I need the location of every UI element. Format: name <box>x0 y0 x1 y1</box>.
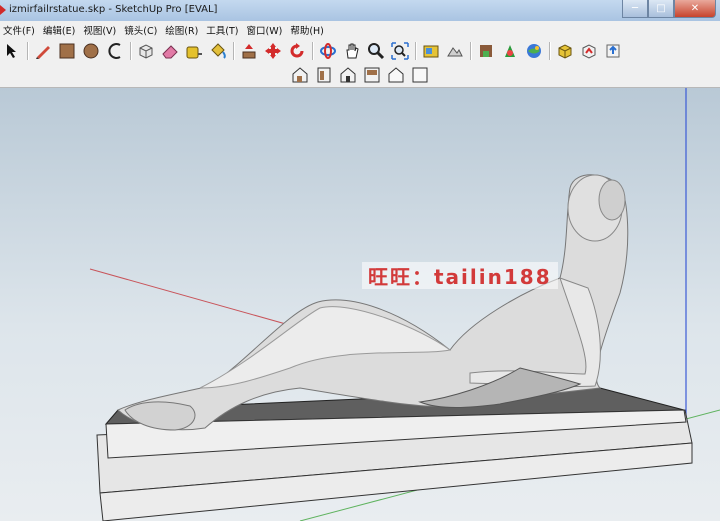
red-axis-line <box>89 268 301 329</box>
push-pull-icon[interactable] <box>240 41 259 60</box>
arc-icon[interactable] <box>106 41 125 60</box>
sketchup-logo-icon <box>0 5 6 15</box>
pencil-line-icon[interactable] <box>34 41 53 60</box>
main-toolbar <box>0 38 720 64</box>
circle-icon[interactable] <box>82 41 101 60</box>
close-button[interactable]: ✕ <box>674 0 716 18</box>
toolbar-separator <box>549 41 550 60</box>
extension-warehouse-icon[interactable] <box>525 41 544 60</box>
menu-tools[interactable]: 工具(T) <box>203 23 243 37</box>
rotate-icon[interactable] <box>288 41 307 60</box>
watermark-text: 旺旺：tailin188 <box>362 262 558 289</box>
top-view-icon[interactable] <box>315 66 334 85</box>
menu-draw[interactable]: 绘图(R) <box>162 23 203 37</box>
scene-canvas <box>89 88 720 521</box>
maximize-button[interactable]: □ <box>648 0 674 18</box>
toolbar-separator <box>312 41 313 60</box>
toggle-terrain-icon[interactable] <box>446 41 465 60</box>
upload-icon[interactable] <box>604 41 623 60</box>
menu-window[interactable]: 窗口(W) <box>244 23 288 37</box>
left-view-icon[interactable] <box>411 66 430 85</box>
menu-file[interactable]: 文件(F) <box>0 23 40 37</box>
front-view-icon[interactable] <box>339 66 358 85</box>
toolbar-separator <box>233 41 234 60</box>
move-icon[interactable] <box>264 41 283 60</box>
menu-bar: 文件(F) 编辑(E) 视图(V) 镜头(C) 绘图(R) 工具(T) 窗口(W… <box>0 21 720 39</box>
modeling-viewport[interactable]: 旺旺：tailin188 <box>0 88 720 521</box>
add-location-icon[interactable] <box>422 41 441 60</box>
google-earth-icon[interactable] <box>556 41 575 60</box>
rectangle-icon[interactable] <box>58 41 77 60</box>
tape-measure-icon[interactable] <box>185 41 204 60</box>
right-view-icon[interactable] <box>363 66 382 85</box>
iso-view-icon[interactable] <box>291 66 310 85</box>
toolbar-separator <box>470 41 471 60</box>
photo-textures-icon[interactable] <box>477 41 496 60</box>
select-arrow-icon[interactable] <box>3 41 22 60</box>
pan-icon[interactable] <box>343 41 362 60</box>
menu-edit[interactable]: 编辑(E) <box>40 23 80 37</box>
back-view-icon[interactable] <box>387 66 406 85</box>
menu-camera[interactable]: 镜头(C) <box>121 23 162 37</box>
menu-view[interactable]: 视图(V) <box>80 23 121 37</box>
window-title: izmirfailrstatue.skp - SketchUp Pro [EVA… <box>9 4 218 15</box>
zoom-icon[interactable] <box>367 41 386 60</box>
toolbar-separator <box>415 41 416 60</box>
make-component-icon[interactable] <box>137 41 156 60</box>
minimize-button[interactable]: ─ <box>622 0 648 18</box>
title-bar: izmirfailrstatue.skp - SketchUp Pro [EVA… <box>0 0 720 22</box>
3d-warehouse-icon[interactable] <box>501 41 520 60</box>
paint-bucket-icon[interactable] <box>209 41 228 60</box>
window-controls: ─ □ ✕ <box>622 0 716 18</box>
zoom-extents-icon[interactable] <box>391 41 410 60</box>
views-toolbar <box>0 63 720 88</box>
orbit-icon[interactable] <box>319 41 338 60</box>
toolbar-separator <box>27 41 28 60</box>
menu-help[interactable]: 帮助(H) <box>287 23 329 37</box>
share-model-icon[interactable] <box>580 41 599 60</box>
toolbar-separator <box>130 41 131 60</box>
statue-hair <box>598 179 626 221</box>
eraser-icon[interactable] <box>161 41 180 60</box>
